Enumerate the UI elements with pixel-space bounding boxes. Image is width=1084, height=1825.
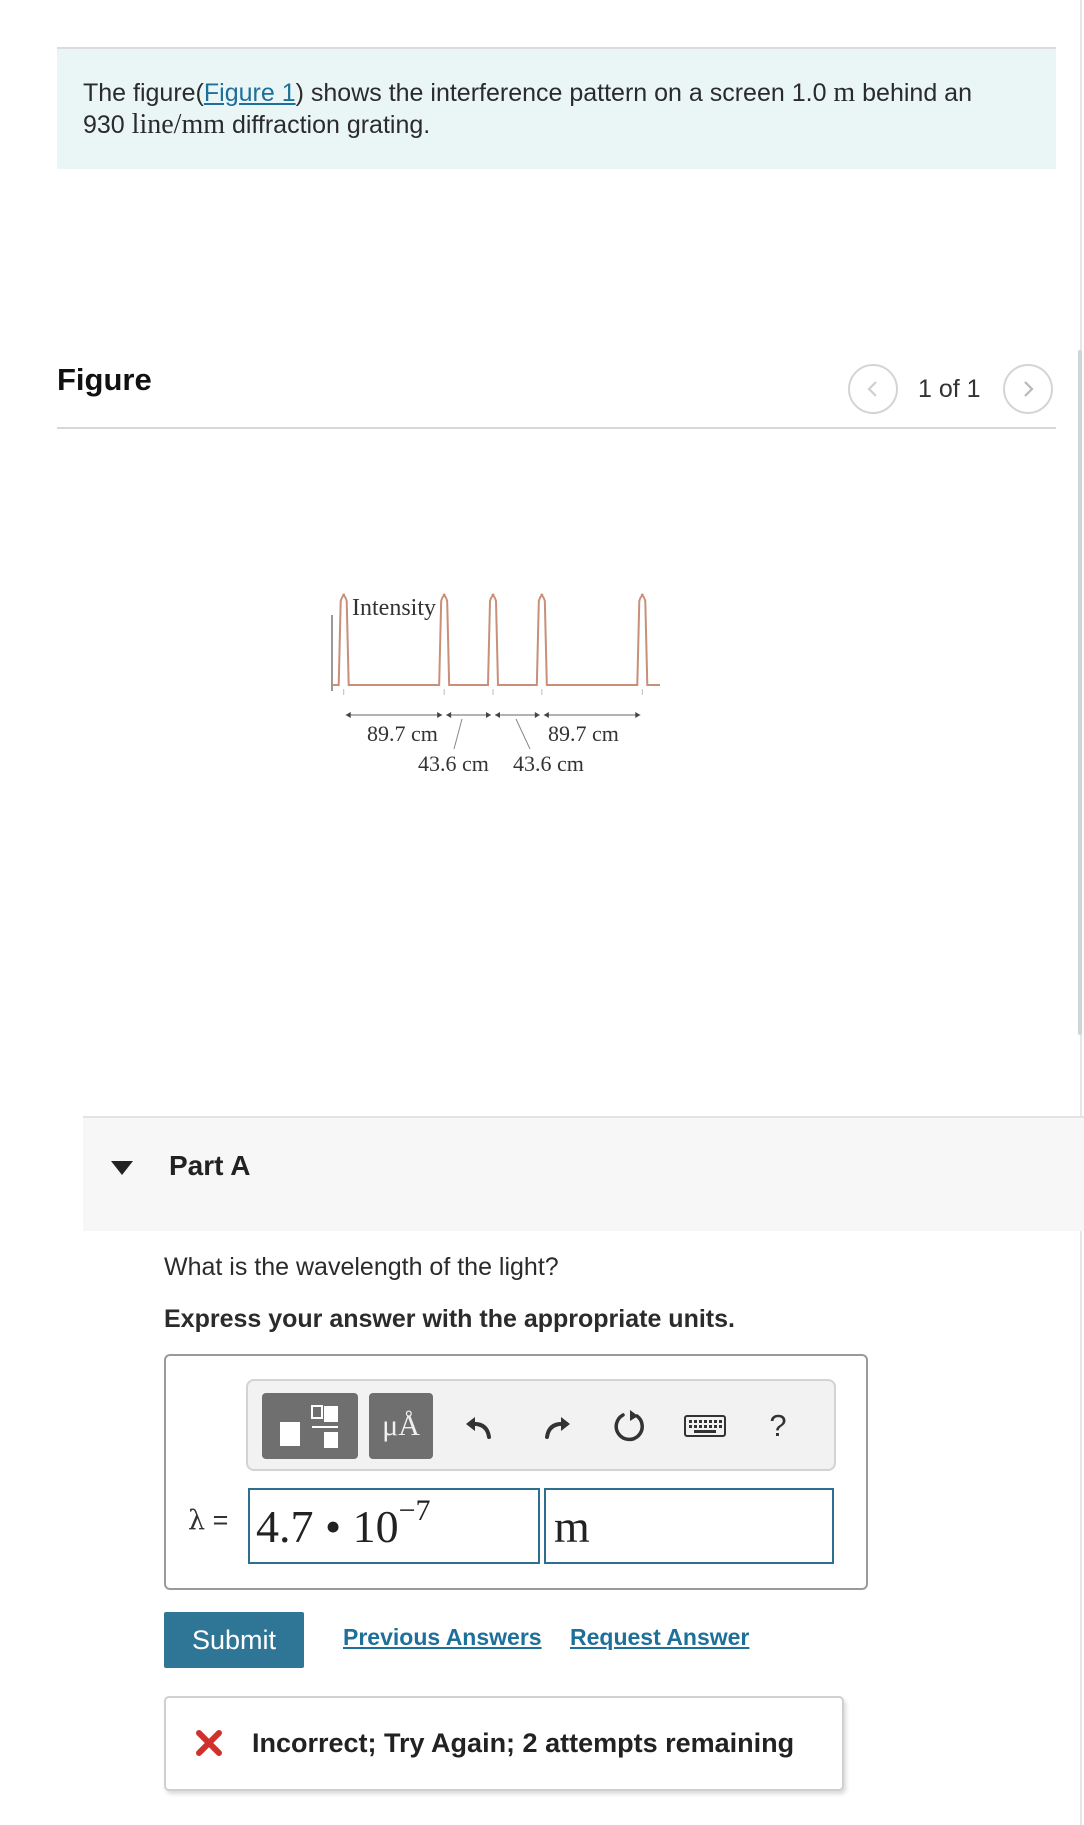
feedback-box: Incorrect; Try Again; 2 attempts remaini… bbox=[164, 1696, 844, 1791]
template-icon bbox=[280, 1405, 338, 1448]
unit-meter: m bbox=[833, 77, 856, 108]
unit-line-per-mm: line/mm bbox=[131, 109, 225, 140]
previous-answers-link[interactable]: Previous Answers bbox=[343, 1624, 542, 1651]
reset-button[interactable] bbox=[606, 1399, 654, 1453]
lambda-symbol: λ bbox=[188, 1505, 206, 1536]
problem-statement: The figure(Figure 1) shows the interfere… bbox=[57, 47, 1056, 169]
chart-arrow-left-0 bbox=[345, 712, 351, 718]
chart-arrow-left-2 bbox=[495, 712, 500, 718]
request-answer-link[interactable]: Request Answer bbox=[570, 1624, 749, 1651]
math-toolbar: μÅ ? bbox=[246, 1379, 836, 1471]
chart-leader-1 bbox=[453, 718, 463, 750]
chart-arrow-left-3 bbox=[543, 712, 549, 718]
chart-arrow-right-3 bbox=[635, 712, 641, 718]
chart-peak-4 bbox=[640, 593, 644, 597]
figure-link[interactable]: Figure 1 bbox=[204, 79, 296, 107]
problem-text: 930 bbox=[83, 111, 132, 139]
instruction-text: Express your answer with the appropriate… bbox=[164, 1305, 735, 1333]
chart-leader-2 bbox=[515, 718, 531, 750]
chart-peak-3 bbox=[540, 593, 544, 597]
previous-figure-button[interactable] bbox=[848, 364, 898, 414]
chart-annotation-3: 89.7 cm bbox=[548, 721, 619, 746]
answer-unit-input[interactable]: m bbox=[544, 1488, 834, 1564]
chevron-left-icon bbox=[867, 381, 877, 397]
question-text: What is the wavelength of the light? bbox=[164, 1253, 559, 1281]
part-a-header[interactable]: Part A bbox=[83, 1116, 1084, 1231]
undo-icon bbox=[466, 1417, 491, 1439]
redo-icon bbox=[545, 1417, 570, 1439]
x-icon bbox=[196, 1730, 222, 1756]
redo-button[interactable] bbox=[532, 1399, 580, 1453]
problem-text: The figure( bbox=[83, 79, 204, 107]
chart-arrow-left-1 bbox=[446, 712, 452, 718]
chart-annotation-1: 43.6 cm bbox=[418, 751, 489, 776]
scrollbar[interactable] bbox=[1078, 350, 1082, 1035]
next-figure-button[interactable] bbox=[1003, 364, 1053, 414]
figure-heading: Figure bbox=[57, 362, 152, 397]
value-exponent: −7 bbox=[398, 1494, 431, 1527]
chart-arrow-right-0 bbox=[437, 712, 443, 718]
problem-text: ) shows the interference pattern on a sc… bbox=[295, 79, 834, 107]
collapse-triangle-icon[interactable] bbox=[111, 1161, 133, 1175]
chart-peak-0 bbox=[342, 593, 346, 597]
answer-value-input[interactable]: 4.7 • 10−7 bbox=[248, 1488, 540, 1564]
chart-peak-1 bbox=[442, 593, 446, 597]
variable-label: λ = bbox=[188, 1505, 228, 1536]
chart-arrow-right-1 bbox=[486, 712, 491, 718]
answer-box: μÅ ? λ = 4.7 • 10−7 m bbox=[164, 1354, 868, 1590]
chart-arrow-right-2 bbox=[534, 712, 540, 718]
figure-divider bbox=[57, 427, 1056, 429]
chart-peak-2 bbox=[491, 593, 495, 597]
chart-annotation-0: 89.7 cm bbox=[367, 721, 438, 746]
figure-pager: 1 of 1 bbox=[848, 364, 1056, 414]
equals-sign: = bbox=[205, 1505, 229, 1535]
problem-text: behind an bbox=[855, 79, 972, 107]
chart-ylabel: Intensity bbox=[352, 595, 436, 621]
problem-text: diffraction grating. bbox=[225, 111, 431, 139]
units-button[interactable]: μÅ bbox=[369, 1393, 433, 1459]
keyboard-button[interactable] bbox=[678, 1399, 732, 1453]
interference-chart: Intensity 89.7 cm 43.6 cm 43.6 cm 89.7 cm bbox=[331, 593, 660, 776]
value-mantissa: 4.7 • 10 bbox=[256, 1501, 399, 1552]
submit-button[interactable]: Submit bbox=[164, 1612, 304, 1668]
undo-button[interactable] bbox=[456, 1399, 504, 1453]
feedback-message: Incorrect; Try Again; 2 attempts remaini… bbox=[252, 1728, 795, 1758]
part-title: Part A bbox=[169, 1150, 251, 1181]
reset-icon bbox=[614, 1410, 644, 1442]
keyboard-icon bbox=[684, 1415, 726, 1437]
help-button[interactable]: ? bbox=[754, 1399, 802, 1453]
template-button[interactable] bbox=[262, 1393, 358, 1459]
chart-annotation-2: 43.6 cm bbox=[513, 751, 584, 776]
figure-page-count: 1 of 1 bbox=[918, 375, 981, 403]
chevron-right-icon bbox=[1024, 381, 1034, 397]
